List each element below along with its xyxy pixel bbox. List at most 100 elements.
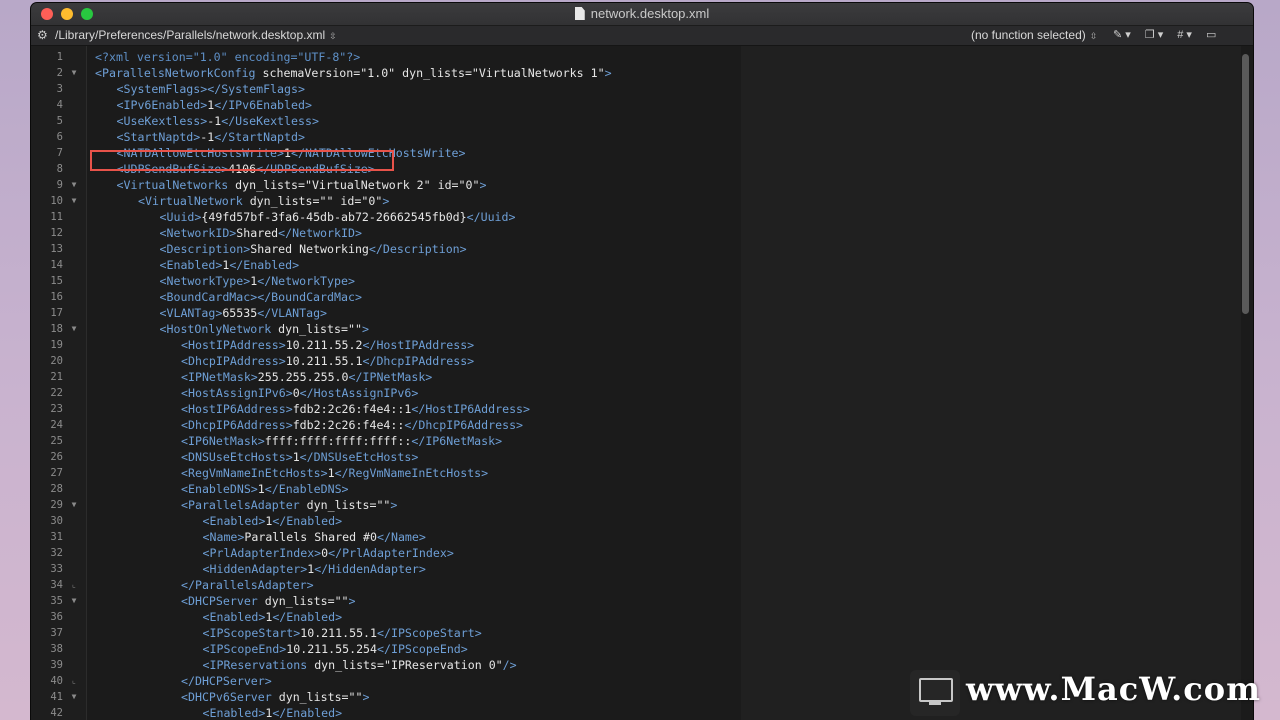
xml-tag: </IPNetMask> bbox=[348, 370, 433, 384]
code-text: {49fd57bf-3fa6-45db-ab72-26662545fb0d} bbox=[201, 210, 467, 224]
clipboard-icon[interactable]: ▭ bbox=[1206, 26, 1216, 45]
code-line[interactable]: 36 <Enabled>1</Enabled> bbox=[31, 609, 1253, 625]
code-line[interactable]: 6 <StartNaptd>-1</StartNaptd> bbox=[31, 129, 1253, 145]
line-code: <ParallelsNetworkConfig schemaVersion="1… bbox=[95, 65, 612, 81]
fold-toggle-icon[interactable]: ▼ bbox=[69, 321, 79, 337]
code-line[interactable]: 16 <BoundCardMac></BoundCardMac> bbox=[31, 289, 1253, 305]
line-code: <IPNetMask>255.255.255.0</IPNetMask> bbox=[181, 369, 432, 385]
xml-tag: </Enabled> bbox=[272, 610, 343, 624]
code-line[interactable]: 2 ▼ <ParallelsNetworkConfig schemaVersion=… bbox=[31, 65, 1253, 81]
fold-toggle-icon[interactable]: ▼ bbox=[69, 65, 79, 81]
code-line[interactable]: 33 <HiddenAdapter>1</HiddenAdapter> bbox=[31, 561, 1253, 577]
code-line[interactable]: 32 <PrlAdapterIndex>0</PrlAdapterIndex> bbox=[31, 545, 1253, 561]
window-title: network.desktop.xml bbox=[31, 6, 1253, 22]
fold-end-icon[interactable]: ⌞ bbox=[69, 673, 79, 689]
code-line[interactable]: 30 <Enabled>1</Enabled> bbox=[31, 513, 1253, 529]
line-code: <IPScopeEnd>10.211.55.254</IPScopeEnd> bbox=[203, 641, 468, 657]
code-editor[interactable]: 1 <?xml version="1.0" encoding="UTF-8"?> 2… bbox=[31, 46, 1253, 720]
line-code: <HostAssignIPv6>0</HostAssignIPv6> bbox=[181, 385, 418, 401]
code-line[interactable]: 18 ▼ <HostOnlyNetwork dyn_lists=""> bbox=[31, 321, 1253, 337]
code-line[interactable]: 13 <Description>Shared Networking</Descri… bbox=[31, 241, 1253, 257]
code-line[interactable]: 4 <IPv6Enabled>1</IPv6Enabled> bbox=[31, 97, 1253, 113]
code-line[interactable]: 26 <DNSUseEtcHosts>1</DNSUseEtcHosts> bbox=[31, 449, 1253, 465]
code-line[interactable]: 14 <Enabled>1</Enabled> bbox=[31, 257, 1253, 273]
hash-icon[interactable]: # ▾ bbox=[1177, 26, 1192, 45]
code-line[interactable]: 21 <IPNetMask>255.255.255.0</IPNetMask> bbox=[31, 369, 1253, 385]
line-number: 25 bbox=[50, 435, 63, 447]
xml-tag: </HostIPAddress> bbox=[362, 338, 475, 352]
code-text: fdb2:2c26:f4e4:: bbox=[292, 418, 405, 432]
line-number: 7 bbox=[56, 147, 63, 159]
xml-tag: <Uuid> bbox=[159, 210, 202, 224]
fold-toggle-icon[interactable]: ▼ bbox=[69, 593, 79, 609]
vertical-scrollbar[interactable] bbox=[1242, 54, 1249, 314]
fold-toggle-icon[interactable]: ▼ bbox=[69, 497, 79, 513]
line-code: <VirtualNetworks dyn_lists="VirtualNetwo… bbox=[117, 177, 487, 193]
code-line[interactable]: 11 <Uuid>{49fd57bf-3fa6-45db-ab72-2666254… bbox=[31, 209, 1253, 225]
line-code: <IPReservations dyn_lists="IPReservation… bbox=[203, 657, 517, 673]
xml-tag: /> bbox=[502, 658, 517, 672]
line-number: 21 bbox=[50, 371, 63, 383]
code-line[interactable]: 9 ▼ <VirtualNetworks dyn_lists="VirtualNet… bbox=[31, 177, 1253, 193]
xml-tag: <DhcpIPAddress> bbox=[181, 354, 286, 368]
fold-end-icon[interactable]: ⌞ bbox=[69, 577, 79, 593]
code-line[interactable]: 37 <IPScopeStart>10.211.55.1</IPScopeStar… bbox=[31, 625, 1253, 641]
code-line[interactable]: 29 ▼ <ParallelsAdapter dyn_lists=""> bbox=[31, 497, 1253, 513]
code-line[interactable]: 27 <RegVmNameInEtcHosts>1</RegVmNameInEtc… bbox=[31, 465, 1253, 481]
line-code: <ParallelsAdapter dyn_lists=""> bbox=[181, 497, 397, 513]
file-path-popup[interactable]: /Library/Preferences/Parallels/network.d… bbox=[55, 26, 337, 46]
xml-tag: <DhcpIP6Address> bbox=[181, 418, 293, 432]
code-line[interactable]: 20 <DhcpIPAddress>10.211.55.1</DhcpIPAddr… bbox=[31, 353, 1253, 369]
docs-icon[interactable]: ❐ ▾ bbox=[1145, 26, 1163, 45]
code-text: Parallels Shared #0 bbox=[244, 530, 378, 544]
line-code: <PrlAdapterIndex>0</PrlAdapterIndex> bbox=[203, 545, 454, 561]
code-line[interactable]: 23 <HostIP6Address>fdb2:2c26:f4e4::1</Hos… bbox=[31, 401, 1253, 417]
xml-tag: > bbox=[361, 322, 369, 336]
code-line[interactable]: 5 <UseKextless>-1</UseKextless> bbox=[31, 113, 1253, 129]
line-number: 2 bbox=[56, 67, 63, 79]
xml-tag: </HostAssignIPv6> bbox=[299, 386, 419, 400]
code-line[interactable]: 17 <VLANTag>65535</VLANTag> bbox=[31, 305, 1253, 321]
code-line[interactable]: 34 ⌞ </ParallelsAdapter> bbox=[31, 577, 1253, 593]
code-line[interactable]: 3 <SystemFlags></SystemFlags> bbox=[31, 81, 1253, 97]
code-line[interactable]: 1 <?xml version="1.0" encoding="UTF-8"?> bbox=[31, 49, 1253, 65]
xml-tag: <Name> bbox=[202, 530, 245, 544]
navigation-bar: ⚙ /Library/Preferences/Parallels/network… bbox=[31, 26, 1253, 46]
line-number: 12 bbox=[50, 227, 63, 239]
line-code: <DHCPServer dyn_lists=""> bbox=[181, 593, 356, 609]
code-line[interactable]: 31 <Name>Parallels Shared #0</Name> bbox=[31, 529, 1253, 545]
code-line[interactable]: 22 <HostAssignIPv6>0</HostAssignIPv6> bbox=[31, 385, 1253, 401]
line-number: 17 bbox=[50, 307, 63, 319]
xml-tag: <EnableDNS> bbox=[181, 482, 258, 496]
code-text: 1 bbox=[257, 482, 265, 496]
line-number: 14 bbox=[50, 259, 63, 271]
code-line[interactable]: 10 ▼ <VirtualNetwork dyn_lists="" id="0"> bbox=[31, 193, 1253, 209]
code-line[interactable]: 12 <NetworkID>Shared</NetworkID> bbox=[31, 225, 1253, 241]
gear-icon[interactable]: ⚙ bbox=[37, 26, 48, 45]
function-menu-label: (no function selected) bbox=[971, 28, 1086, 42]
code-text: fdb2:2c26:f4e4::1 bbox=[292, 402, 412, 416]
code-text: -1 bbox=[200, 130, 215, 144]
code-line[interactable]: 38 <IPScopeEnd>10.211.55.254</IPScopeEnd> bbox=[31, 641, 1253, 657]
fold-toggle-icon[interactable]: ▼ bbox=[69, 177, 79, 193]
code-line[interactable]: 24 <DhcpIP6Address>fdb2:2c26:f4e4::</Dhcp… bbox=[31, 417, 1253, 433]
code-line[interactable]: 15 <NetworkType>1</NetworkType> bbox=[31, 273, 1253, 289]
line-number: 41 bbox=[50, 691, 63, 703]
code-text: 65535 bbox=[222, 306, 258, 320]
fold-toggle-icon[interactable]: ▼ bbox=[69, 689, 79, 705]
code-line[interactable]: 28 <EnableDNS>1</EnableDNS> bbox=[31, 481, 1253, 497]
code-line[interactable]: 25 <IP6NetMask>ffff:ffff:ffff:ffff::</IP6… bbox=[31, 433, 1253, 449]
code-text: 10.211.55.1 bbox=[285, 354, 363, 368]
line-code: </ParallelsAdapter> bbox=[181, 577, 314, 593]
line-number: 33 bbox=[50, 563, 63, 575]
function-menu[interactable]: (no function selected) ⇳ bbox=[971, 26, 1097, 46]
line-number: 5 bbox=[56, 115, 63, 127]
code-line[interactable]: 19 <HostIPAddress>10.211.55.2</HostIPAddr… bbox=[31, 337, 1253, 353]
line-code: <Enabled>1</Enabled> bbox=[203, 705, 343, 720]
line-code: <EnableDNS>1</EnableDNS> bbox=[181, 481, 349, 497]
fold-toggle-icon[interactable]: ▼ bbox=[69, 193, 79, 209]
pencil-icon[interactable]: ✎ ▾ bbox=[1113, 26, 1131, 45]
line-number: 27 bbox=[50, 467, 63, 479]
xml-tag: </IP6NetMask> bbox=[411, 434, 503, 448]
code-line[interactable]: 35 ▼ <DHCPServer dyn_lists=""> bbox=[31, 593, 1253, 609]
